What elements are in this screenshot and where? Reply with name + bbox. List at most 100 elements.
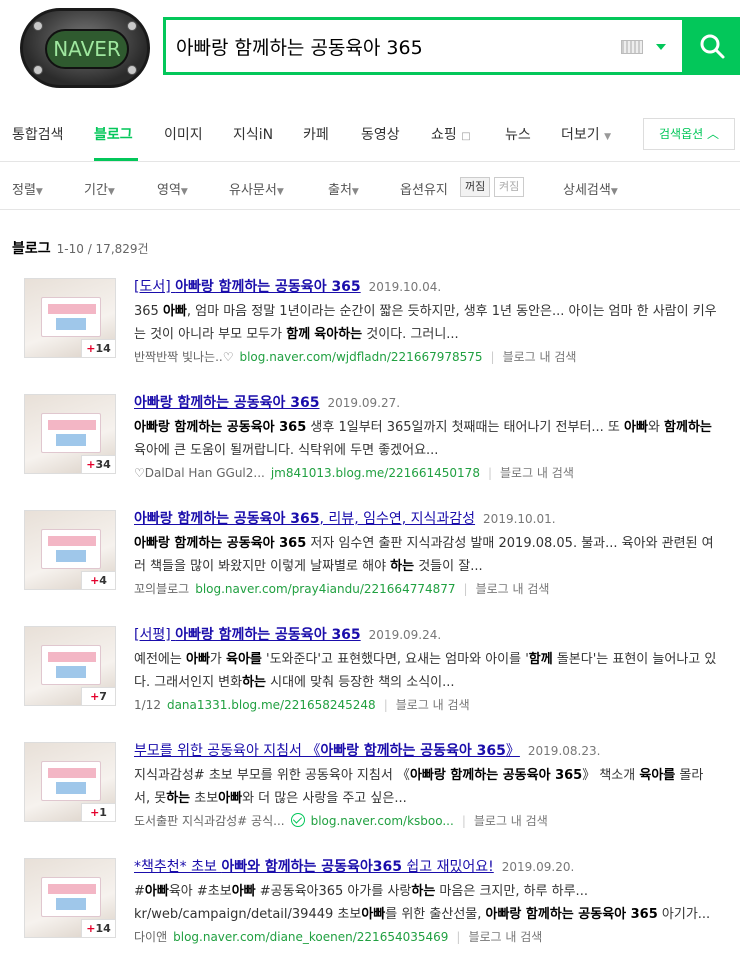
screw-icon [33,21,43,31]
image-count: 14 [95,342,111,355]
result-title-link[interactable]: *책추천* 초보 아빠와 함께하는 공동육아365 쉽고 재밌어요! [134,859,494,875]
filter-similar[interactable]: 유사문서▼ [229,179,284,198]
filter-area-label: 영역 [157,183,181,198]
result-title-link[interactable]: 아빠랑 함께하는 공동육아 365 [134,395,320,411]
toggle-off-button[interactable]: 꺼짐 [460,177,491,197]
keyword-highlight: 하는 [687,420,712,435]
filter-detail-label: 상세검색 [563,183,611,198]
result-title-row: *책추천* 초보 아빠와 함께하는 공동육아365 쉽고 재밌어요! 2019.0… [134,856,734,876]
result-date: 2019.08.23. [527,744,601,758]
tab-shopping[interactable]: 쇼핑 □ [431,124,471,144]
window-icon: □ [461,131,471,142]
naver-logo[interactable]: NAVER [20,8,150,88]
blog-search-link[interactable]: 블로그 내 검색 [476,582,550,596]
dropdown-arrow-icon[interactable] [656,44,666,50]
result-thumbnail[interactable]: +14 [24,278,116,358]
calendar-image [41,297,101,337]
keyword-highlight: 하는 [166,791,191,806]
filter-source[interactable]: 출처▼ [328,179,359,198]
result-meta: 1/12 dana1331.blog.me/221658245248 | 블로그 내 … [134,696,734,713]
blog-search-link[interactable]: 블로그 내 검색 [503,350,577,364]
result-thumbnail[interactable]: +7 [24,626,116,706]
filter-area[interactable]: 영역▼ [157,179,188,198]
result-date: 2019.09.27. [327,396,401,410]
blog-name[interactable]: 1/12 [134,698,161,712]
keyword-highlight: 육아하는 [314,327,363,342]
verified-check-icon [290,813,305,827]
result-title-link[interactable]: [도서] 아빠랑 함께하는 공동육아 365 [134,279,361,295]
result-title-link[interactable]: 부모를 위한 공동육아 지침서 《아빠랑 함께하는 공동육아 365》 [134,743,520,759]
blog-url[interactable]: blog.naver.com/ksboo... [311,814,454,828]
blog-url[interactable]: dana1331.blog.me/221658245248 [167,698,376,712]
tab-kin[interactable]: 지식iN [233,124,273,144]
filter-sort[interactable]: 정렬▼ [12,179,43,198]
separator: | [463,582,468,596]
image-count-badge: +7 [81,687,115,705]
image-count-badge: +14 [81,339,115,357]
search-tabs: 통합검색 블로그 이미지 지식iN 카페 동영상 쇼핑 □ 뉴스 더보기 ▼ 검… [0,108,740,162]
blog-name[interactable]: 다이앤 [134,930,167,944]
result-title-link[interactable]: [서평] 아빠랑 함께하는 공동육아 365 [134,627,361,643]
tab-blog[interactable]: 블로그 [94,124,133,144]
result-thumbnail[interactable]: +34 [24,394,116,474]
calendar-image [41,413,101,453]
result-title-link[interactable]: 아빠랑 함께하는 공동육아 365, 리뷰, 임수연, 지식과감성 [134,511,475,527]
filter-period[interactable]: 기간▼ [84,179,115,198]
blog-name[interactable]: 도서출판 지식과감성# 공식... [134,814,285,828]
tab-image[interactable]: 이미지 [164,124,203,144]
result-description: 365 아빠, 엄마 마음 정말 1년이라는 순간이 짧은 듯하지만, 생후 1… [134,304,717,342]
result-description: 아빠랑 함께하는 공동육아 365 생후 1일부터 365일까지 첫째때는 태어… [134,420,712,458]
keyword-highlight: 아빠랑 함께하는 공동육아 365 [134,420,307,435]
keyword-highlight: 육아를 [639,768,676,783]
result-description: #아빠육아 #초보아빠 #공동육아365 아가를 사랑하는 마음은 크지만, 하… [134,884,711,922]
blog-url[interactable]: jm841013.blog.me/221661450178 [271,466,480,480]
title-highlight: 아빠랑 함께하는 공동육아 365 [134,511,320,527]
tab-cafe[interactable]: 카페 [303,124,329,144]
result-thumbnail[interactable]: +1 [24,742,116,822]
blog-search-link[interactable]: 블로그 내 검색 [396,698,470,712]
keyword-highlight: 아빠 [185,652,210,667]
search-input[interactable] [176,28,606,64]
result-header: 블로그 1-10 / 17,829건 [12,238,149,258]
tab-video[interactable]: 동영상 [361,124,400,144]
filter-detail[interactable]: 상세검색▼ [563,179,618,198]
keyboard-icon[interactable] [621,40,643,54]
blog-name[interactable]: ♡DalDal Han GGul2... [134,466,265,480]
search-options-button[interactable]: 검색옵션 ︿ [643,118,735,150]
tab-news[interactable]: 뉴스 [505,124,531,144]
result-date: 2019.10.01. [483,512,556,526]
result-meta: 반짝반짝 빛나는..♡ blog.naver.com/wjdfladn/22166… [134,348,734,365]
search-button[interactable] [682,17,740,75]
blog-url[interactable]: blog.naver.com/pray4iandu/221664774877 [195,582,455,596]
caret-down-icon: ▼ [351,187,359,197]
caret-down-icon: ▼ [276,187,284,197]
blog-url[interactable]: blog.naver.com/diane_koenen/221654035469 [173,930,448,944]
calendar-image [41,761,101,801]
tab-more-label: 더보기 [561,127,600,143]
toggle-on-button[interactable]: 켜짐 [494,177,525,197]
separator: | [487,466,492,480]
blog-name[interactable]: 꼬의블로그 [134,582,189,596]
result-item: +4 아빠랑 함께하는 공동육아 365, 리뷰, 임수연, 지식과감성 2019.… [0,510,740,620]
blog-search-link[interactable]: 블로그 내 검색 [468,930,542,944]
tab-more[interactable]: 더보기 ▼ [561,124,611,144]
image-count-badge: +4 [81,571,115,589]
blog-url[interactable]: blog.naver.com/wjdfladn/221667978575 [239,350,482,364]
keyword-highlight: 함께 [664,420,688,435]
keyword-highlight: 함께 [286,327,311,342]
tab-shopping-label: 쇼핑 [431,127,457,143]
screw-icon [127,21,137,31]
result-item: +34 아빠랑 함께하는 공동육아 365 2019.09.27. 아빠랑 함께하는 … [0,394,740,504]
separator: | [456,930,461,944]
image-count: 14 [95,922,111,935]
keep-option-label: 옵션유지 [400,183,448,198]
result-thumbnail[interactable]: +4 [24,510,116,590]
tab-integrated[interactable]: 통합검색 [12,124,64,144]
blog-search-link[interactable]: 블로그 내 검색 [500,466,574,480]
image-count: 4 [99,574,107,587]
result-thumbnail[interactable]: +14 [24,858,116,938]
blog-name[interactable]: 반짝반짝 빛나는..♡ [134,350,233,364]
keyword-highlight: 아빠랑 함께하는 공동육아 365 [409,768,583,783]
blog-search-link[interactable]: 블로그 내 검색 [474,814,548,828]
screw-icon [127,65,137,75]
